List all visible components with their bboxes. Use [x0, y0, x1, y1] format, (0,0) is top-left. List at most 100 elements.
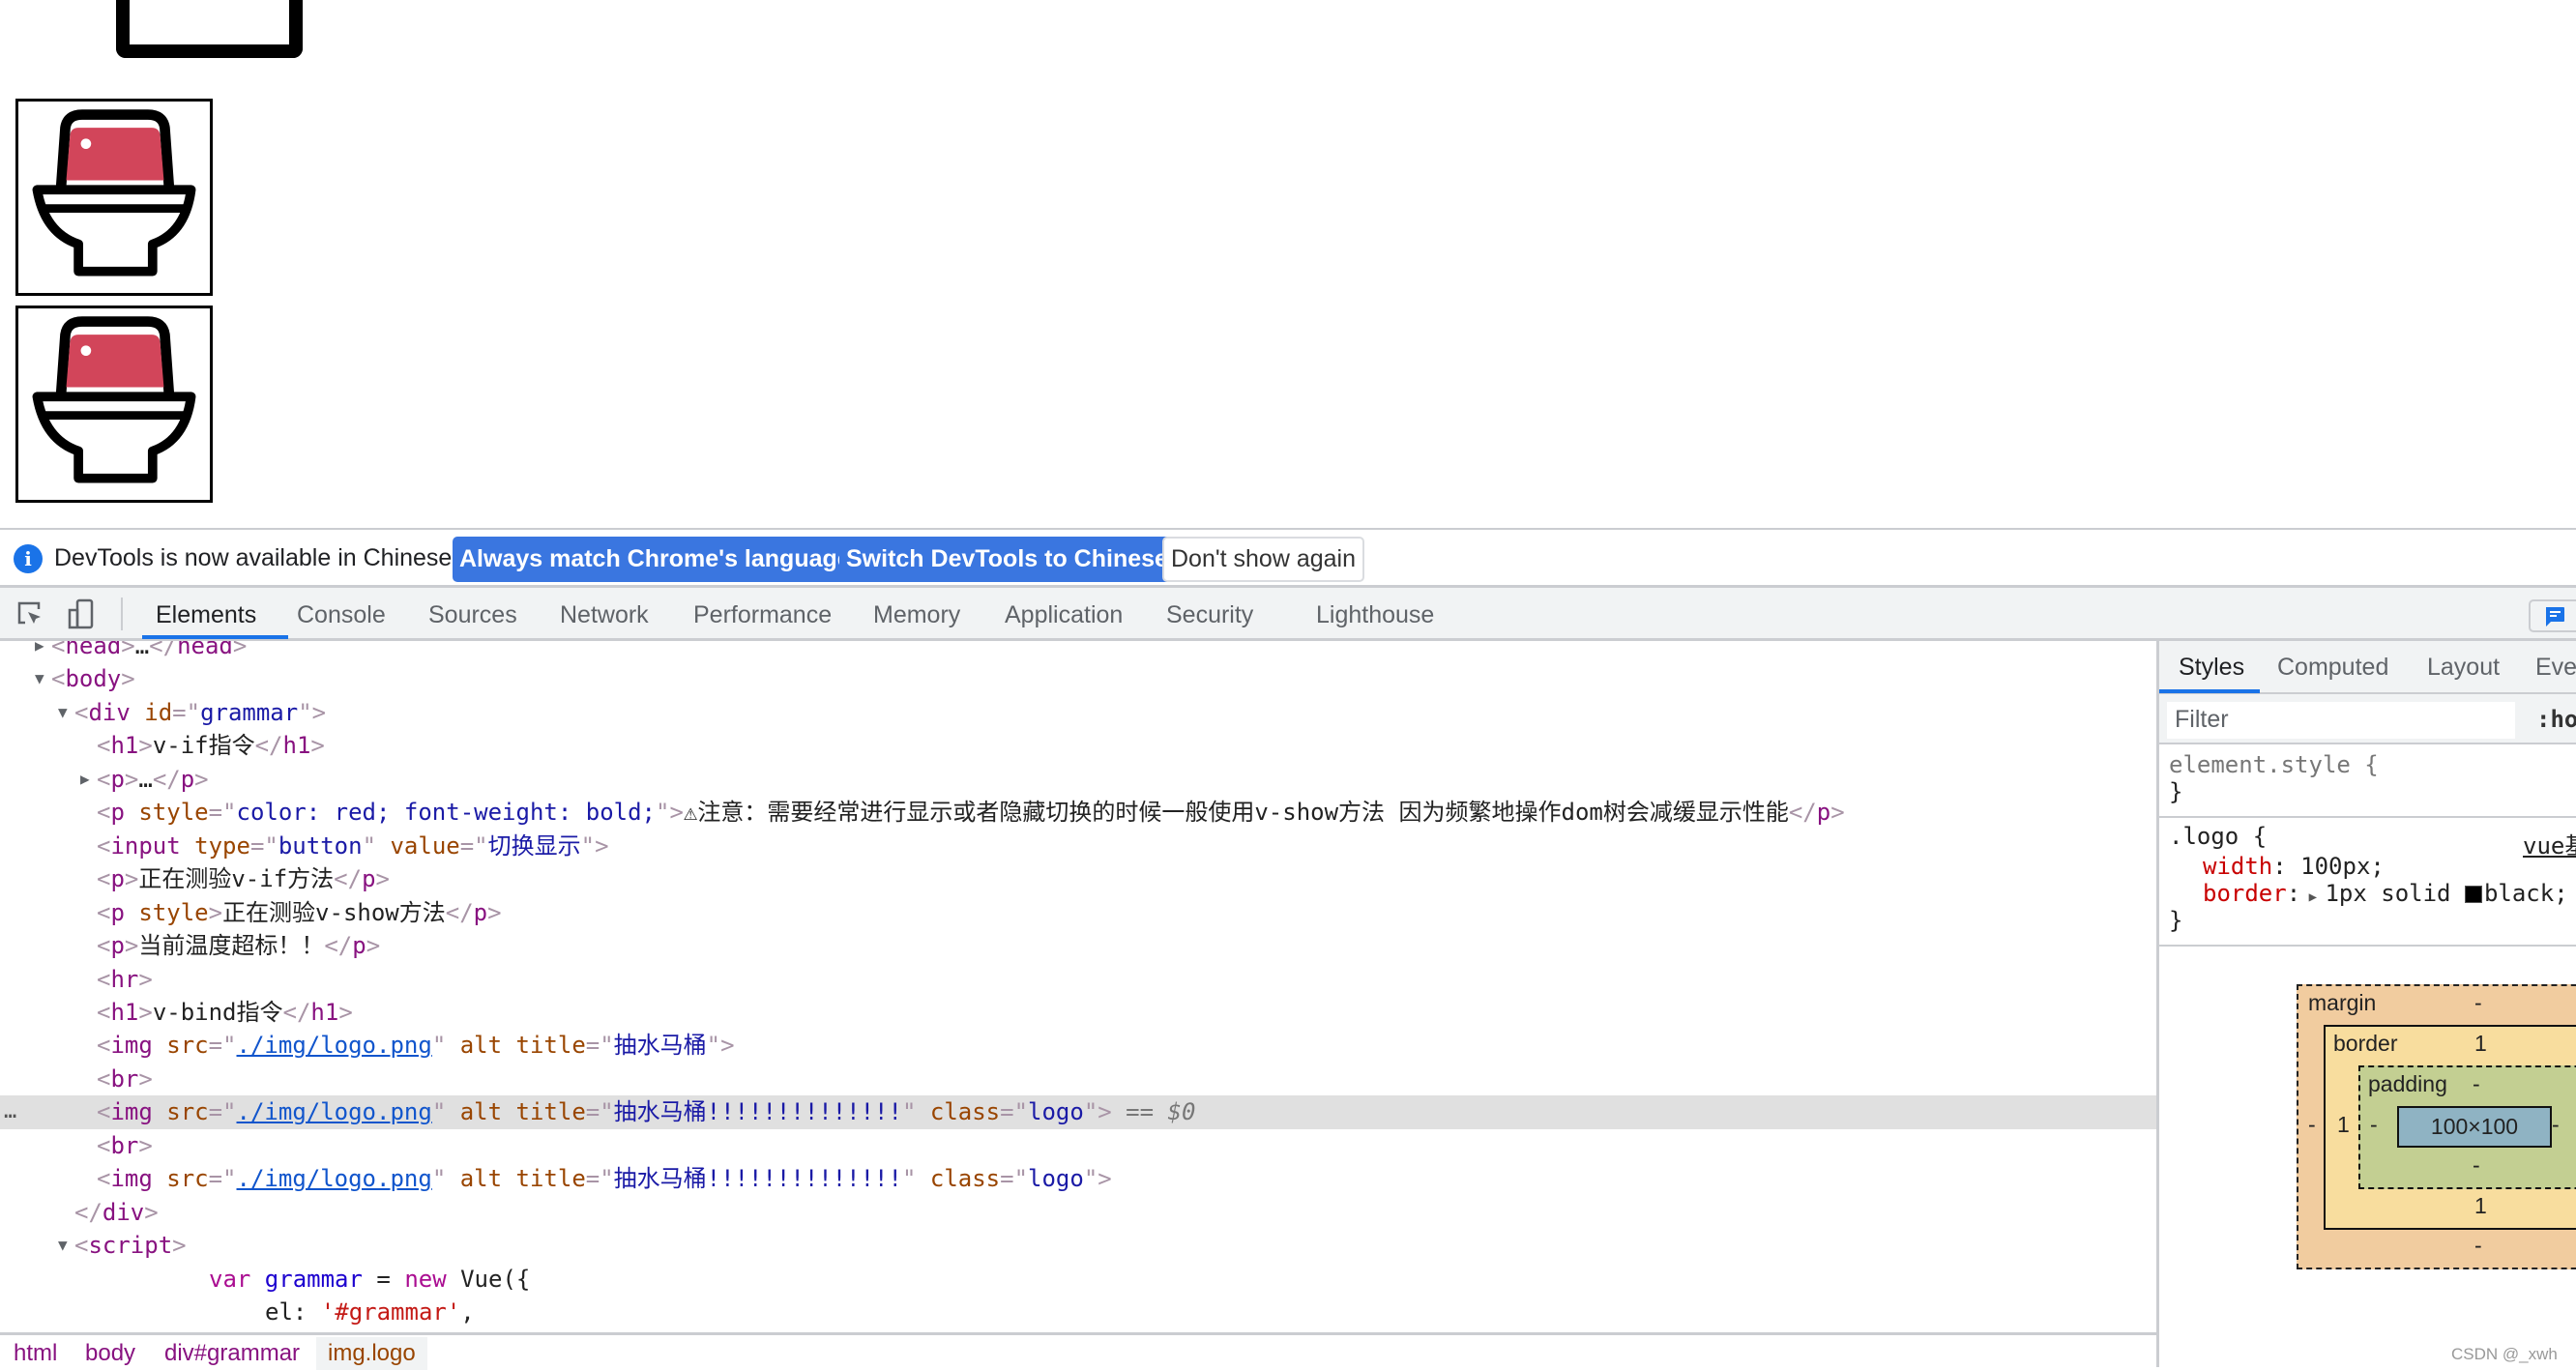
expand-triangle-icon[interactable]: ▶ [80, 763, 90, 796]
breadcrumb-html[interactable]: html [2, 1337, 69, 1370]
resource-link[interactable]: ./img/logo.png [237, 1098, 432, 1125]
collapse-triangle-icon[interactable]: ▼ [58, 696, 68, 729]
markup-token: </ [1788, 799, 1817, 827]
css-property-width[interactable]: width: 100px; [2203, 853, 2385, 880]
feedback-button[interactable] [2529, 599, 2576, 632]
switch-to-chinese-button[interactable]: Switch DevTools to Chinese [839, 537, 1175, 582]
dom-node[interactable]: ▼ <script> [0, 1229, 2156, 1262]
markup-token: p [1816, 799, 1831, 827]
resource-link[interactable]: ./img/logo.png [237, 1032, 432, 1059]
markup-token: " [431, 1032, 460, 1060]
inspect-element-icon[interactable] [15, 599, 44, 628]
tab-network[interactable]: Network [560, 601, 649, 629]
collapse-triangle-icon[interactable]: ▼ [58, 1229, 68, 1262]
dom-node[interactable]: <h1>v-bind指令</h1> [0, 996, 2156, 1029]
rule-divider [2159, 816, 2576, 818]
markup-token: > [138, 998, 153, 1026]
element-style-selector: element.style { [2169, 751, 2379, 778]
markup-token: p [180, 765, 195, 793]
dom-node[interactable]: var grammar = new Vue({ [0, 1263, 2156, 1296]
hover-state-toggle[interactable]: :hov [2536, 706, 2576, 733]
padding-left-value: - [2370, 1112, 2378, 1137]
breadcrumb-body[interactable]: body [73, 1337, 147, 1370]
tab-lighthouse[interactable]: Lighthouse [1316, 601, 1434, 629]
dom-node-selected[interactable]: … <img src="./img/logo.png" alt title="抽水… [0, 1095, 2156, 1129]
device-toolbar-icon[interactable] [66, 598, 99, 630]
resource-link[interactable]: ./img/logo.png [237, 1165, 432, 1192]
tab-console[interactable]: Console [297, 601, 386, 629]
markup-token: =" [459, 831, 488, 860]
markup-token: alt title [459, 1098, 586, 1126]
dom-node[interactable]: <img src="./img/logo.png" alt title="抽水马… [0, 1162, 2156, 1195]
padding-top-value: - [2473, 1071, 2480, 1096]
always-match-language-button[interactable]: Always match Chrome's language [453, 537, 858, 582]
dom-node[interactable]: <p style="color: red; font-weight: bold;… [0, 796, 2156, 829]
markup-token: =" [208, 799, 237, 827]
breadcrumb-img-logo[interactable]: img.logo [316, 1337, 427, 1370]
dom-node[interactable]: <br> [0, 1063, 2156, 1095]
dont-show-again-button[interactable]: Don't show again [1162, 537, 1365, 582]
color-swatch[interactable] [2464, 886, 2482, 903]
padding-label: padding [2368, 1071, 2447, 1096]
dom-node[interactable]: ▼ <div id="grammar"> [0, 696, 2156, 729]
markup-token: head [65, 641, 122, 659]
banner-message: DevTools is now available in Chinese! [54, 544, 459, 571]
node-actions-menu[interactable]: … [4, 1095, 16, 1128]
dom-node[interactable]: ▶ <p>…</p> [0, 763, 2156, 796]
logo-image [15, 306, 213, 503]
dom-node[interactable]: <img src="./img/logo.png" alt title="抽水马… [0, 1029, 2156, 1062]
tab-styles[interactable]: Styles [2179, 654, 2244, 682]
expand-triangle-icon[interactable]: ▶ [2300, 889, 2325, 905]
tab-memory[interactable]: Memory [873, 601, 960, 629]
node-markup: <input type="button" value="切换显示"> [97, 830, 609, 862]
node-markup: <body> [51, 662, 135, 695]
markup-token: </ [152, 765, 181, 793]
markup-token: grammar [200, 698, 299, 726]
box-model-content[interactable]: 100×100 [2397, 1106, 2552, 1148]
tab-sources[interactable]: Sources [428, 601, 517, 629]
breadcrumb-div-grammar[interactable]: div#grammar [153, 1337, 311, 1370]
dom-node[interactable]: ▶ <head>…</head> [0, 641, 2156, 662]
markup-token: > [194, 765, 209, 793]
node-markup: el: '#grammar', [265, 1296, 475, 1328]
markup-token: =" [1000, 1165, 1029, 1193]
dom-node[interactable]: ▼ <body> [0, 662, 2156, 695]
collapse-triangle-icon[interactable]: ▼ [35, 662, 44, 695]
box-model-margin[interactable]: margin - - - border 1 1 1 padding - - - … [2297, 984, 2576, 1269]
tab-elements[interactable]: Elements [156, 601, 256, 629]
dom-node[interactable]: </div> [0, 1196, 2156, 1229]
markup-token: " [362, 831, 391, 860]
tab-event-listeners[interactable]: Even [2535, 654, 2576, 682]
markup-token: logo [1028, 1098, 1084, 1126]
toilet-bowl [32, 185, 196, 277]
markup-token: img [110, 1032, 167, 1060]
color-name: black; [2483, 880, 2568, 907]
prop-name: width [2203, 853, 2273, 880]
markup-token: =" [172, 698, 201, 726]
dom-node[interactable]: <h1>v-if指令</h1> [0, 729, 2156, 762]
tab-application[interactable]: Application [1005, 601, 1123, 629]
box-model-padding[interactable]: padding - - - - 100×100 [2358, 1065, 2576, 1189]
markup-token: > [338, 998, 353, 1026]
rule-source-link[interactable]: vue基 [2523, 827, 2576, 860]
dom-node[interactable]: <hr> [0, 963, 2156, 996]
node-markup: <img src="./img/logo.png" alt title="抽水马… [97, 1162, 1112, 1195]
dom-tree-panel[interactable]: ▶ <head>…</head> ▼ <body> ▼ <div id="grammar"… [0, 641, 2156, 1332]
markup-token: src [166, 1032, 209, 1060]
tab-security[interactable]: Security [1166, 601, 1253, 629]
dom-node[interactable]: <p style>正在测验v-show方法</p> [0, 896, 2156, 929]
tab-performance[interactable]: Performance [693, 601, 832, 629]
dom-node[interactable]: <p>当前温度超标！！</p> [0, 929, 2156, 962]
css-property-border[interactable]: border: ▶ 1px solid black; [2203, 880, 2568, 907]
dom-node[interactable]: <p>正在测验v-if方法</p> [0, 862, 2156, 895]
box-model-border[interactable]: border 1 1 1 padding - - - - 100×100 [2324, 1025, 2576, 1230]
markup-token: '#grammar' [320, 1298, 461, 1326]
dom-node[interactable]: el: '#grammar', [0, 1296, 2156, 1328]
tab-layout[interactable]: Layout [2427, 654, 2500, 682]
dom-node[interactable]: <br> [0, 1129, 2156, 1162]
tab-computed[interactable]: Computed [2277, 654, 2388, 682]
expand-triangle-icon[interactable]: ▶ [35, 641, 44, 662]
styles-filter-input[interactable]: Filter [2167, 702, 2515, 739]
markup-token: =" [585, 1032, 614, 1060]
dom-node[interactable]: <input type="button" value="切换显示"> [0, 830, 2156, 862]
